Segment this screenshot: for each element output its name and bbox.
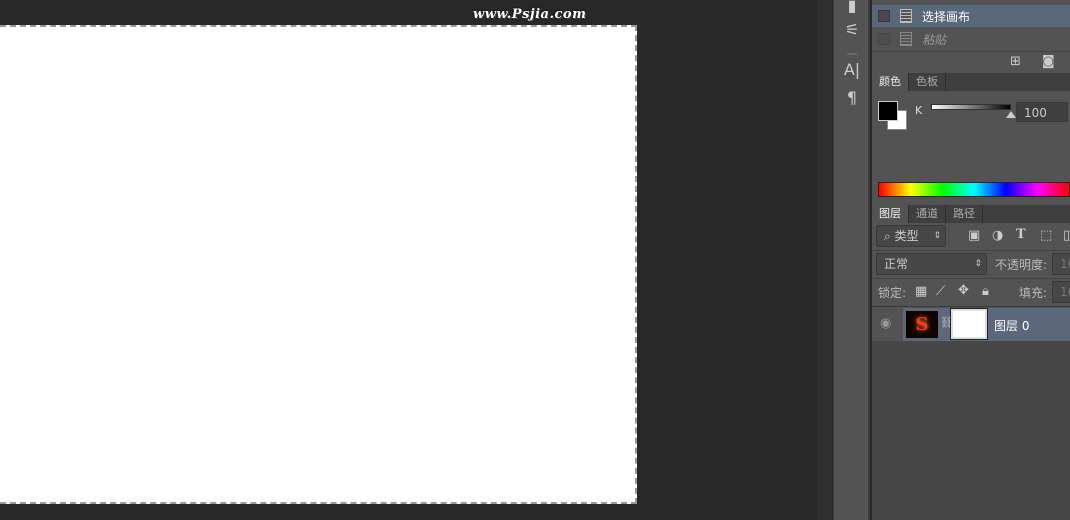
tab-swatches[interactable]: 色板 [909, 73, 946, 91]
pixel-filter-icon[interactable]: ▣ [968, 228, 980, 243]
paragraph-icon[interactable]: ¶ [834, 88, 870, 107]
visibility-eye-icon[interactable]: ◉ [880, 316, 891, 331]
layer-mask-thumbnail[interactable] [950, 308, 988, 340]
foreground-color-swatch[interactable] [878, 101, 898, 121]
lock-transparent-icon[interactable]: ▦ [915, 284, 927, 299]
fill-label: 填充: [1019, 286, 1048, 300]
blend-mode-select[interactable]: 正常 ⇕ [876, 253, 987, 275]
tab-channels[interactable]: 通道 [909, 205, 946, 223]
lock-pixels-icon[interactable]: ⟋ [936, 284, 945, 299]
layers-list-empty [872, 341, 1070, 520]
document-canvas[interactable] [0, 25, 637, 504]
document-icon [900, 32, 912, 46]
k-value-input[interactable]: 100 [1016, 102, 1068, 122]
camera-icon[interactable]: ◙ [1042, 54, 1055, 69]
k-slider[interactable] [931, 104, 1011, 110]
blend-mode-value: 正常 [884, 257, 909, 271]
adjustment-filter-icon[interactable]: ◑ [992, 228, 1003, 243]
character-icon[interactable]: A| [834, 60, 870, 79]
type-filter-icon[interactable]: T [1016, 227, 1026, 242]
filter-kind-select[interactable]: ⌕ 类型 ⇕ [876, 225, 946, 247]
watermark: www.Psjia.com [473, 7, 587, 22]
opacity-input[interactable]: 100% [1052, 253, 1070, 275]
smart-object-filter-icon[interactable]: ▯ [1063, 228, 1070, 243]
slider-thumb[interactable] [1006, 111, 1016, 118]
panels: 选择画布 粘贴 ⊞ ◙ 颜色 色板 K 100 图层 通道 路径 ⌕ 类型 ⇕ ▣… [872, 0, 1070, 520]
fill-input[interactable]: 100% [1052, 281, 1070, 303]
brush-settings-icon[interactable]: ⚟ [834, 20, 870, 39]
history-item[interactable]: 粘贴 [872, 28, 1070, 50]
layer-name[interactable]: 图层 0 [994, 317, 1029, 334]
shape-filter-icon[interactable]: ⬚ [1040, 228, 1052, 243]
history-item[interactable]: 选择画布 [872, 5, 1070, 27]
panel-divider[interactable] [817, 0, 833, 520]
color-panel-tabs: 颜色 色板 [872, 73, 1070, 91]
lock-position-icon[interactable]: ✥ [958, 283, 969, 298]
opacity-label: 不透明度: [995, 258, 1048, 272]
tab-paths[interactable]: 路径 [946, 205, 983, 223]
lock-label: 锁定: [878, 286, 907, 300]
new-document-icon[interactable]: ⊞ [1010, 54, 1021, 69]
tab-color[interactable]: 颜色 [872, 73, 909, 91]
channel-label: K [915, 104, 923, 117]
layers-panel-tabs: 图层 通道 路径 [872, 205, 1070, 223]
layer-thumbnail[interactable]: S [906, 311, 938, 338]
snapshot-checkbox[interactable] [878, 33, 890, 45]
history-item-label: 粘贴 [922, 32, 947, 47]
lock-all-icon[interactable]: 🔒︎ [982, 284, 989, 299]
tab-layers[interactable]: 图层 [872, 205, 909, 223]
history-item-label: 选择画布 [922, 9, 971, 24]
filter-kind-value: 类型 [894, 229, 919, 243]
layer-row[interactable]: ◉ S ⛓ 图层 0 [872, 308, 1070, 341]
document-icon [900, 9, 912, 23]
brush-preset-icon[interactable]: ▮ [834, 0, 870, 15]
color-spectrum[interactable] [878, 182, 1070, 197]
panel-icon-strip: ▮ ⚟ ······· A| ¶ [833, 0, 870, 520]
grip-icon: ······· [846, 50, 859, 59]
snapshot-checkbox[interactable] [878, 10, 890, 22]
